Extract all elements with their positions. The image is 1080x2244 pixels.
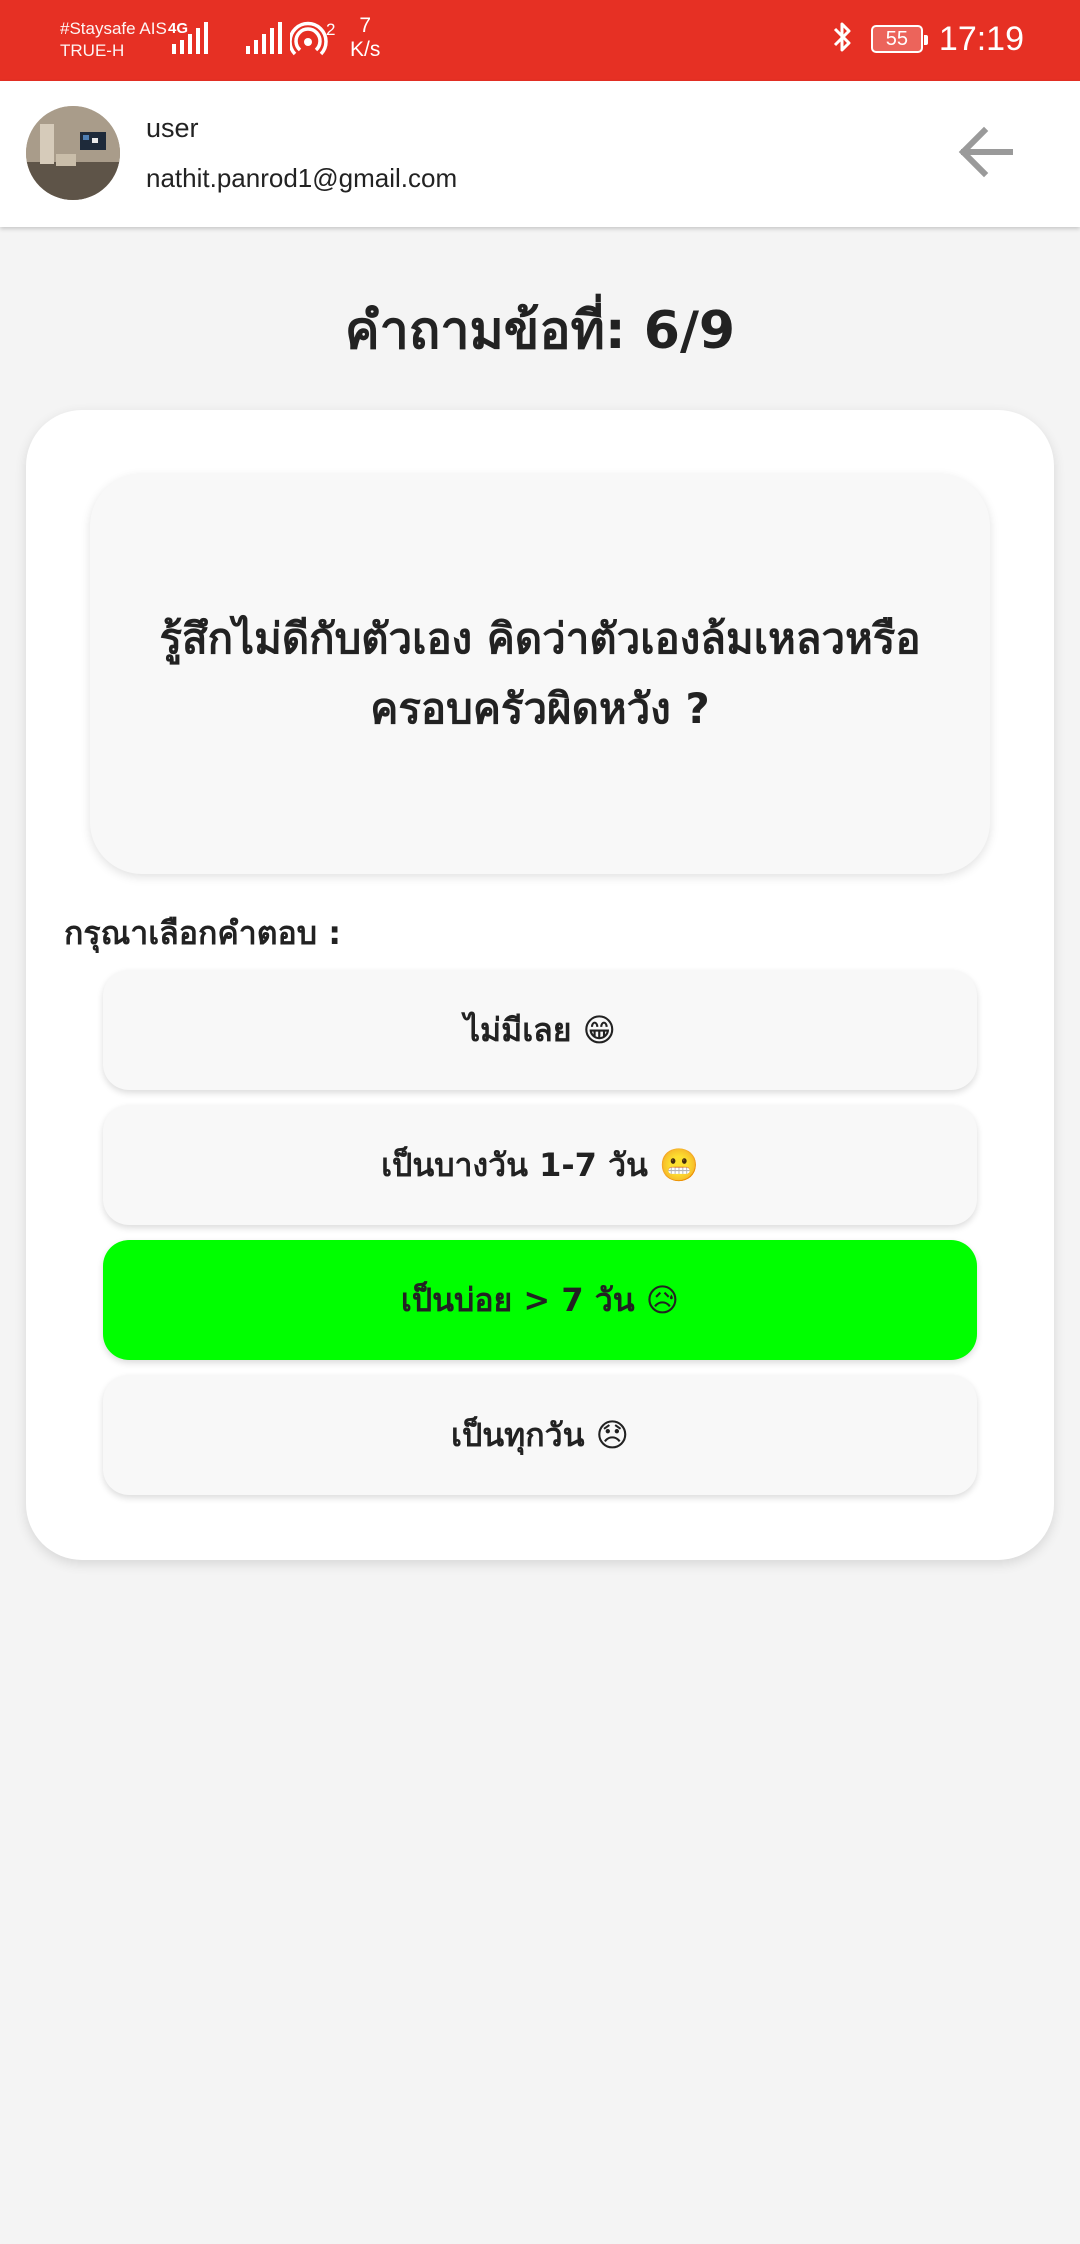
network-type-label: 4G (168, 20, 189, 37)
battery-level: 55 (885, 27, 909, 50)
user-name: user (146, 113, 199, 143)
user-email: nathit.panrod1@gmail.com (146, 163, 458, 193)
avatar-image (26, 106, 120, 200)
arrow-left-icon (958, 126, 1013, 178)
bluetooth-icon (829, 19, 855, 59)
answer-option-none[interactable]: ไม่มีเลย 😁 (103, 970, 977, 1090)
answer-options: ไม่มีเลย 😁 เป็นบางวัน 1-7 วัน 😬 เป็นบ่อย… (103, 970, 977, 1510)
question-card: รู้สึกไม่ดีกับตัวเอง คิดว่าตัวเองล้มเหลว… (26, 410, 1054, 1560)
hotspot-icon: 2 (288, 20, 335, 64)
carrier-line-1: #Staysafe AIS (60, 19, 167, 38)
cell-signal-icon-2 (244, 20, 284, 60)
page-title: คำถามข้อที่: 6/9 (344, 301, 736, 361)
battery-icon: 55 (870, 25, 928, 53)
back-button[interactable] (948, 115, 1022, 189)
hotspot-count: 2 (326, 20, 336, 39)
answer-option-every-day[interactable]: เป็นทุกวัน 😞 (103, 1375, 977, 1495)
answer-option-some-days[interactable]: เป็นบางวัน 1-7 วัน 😬 (103, 1105, 977, 1225)
answer-option-often[interactable]: เป็นบ่อย > 7 วัน 😥 (103, 1240, 977, 1360)
avatar[interactable] (26, 106, 120, 200)
network-speed: 7 K/s (350, 14, 380, 62)
carrier-line-2: TRUE-H (60, 41, 125, 60)
question-text: รู้สึกไม่ดีกับตัวเอง คิดว่าตัวเองล้มเหลว… (159, 614, 921, 733)
status-time: 17:19 (938, 19, 1024, 58)
status-bar: #Staysafe AIS TRUE-H 4G 2 7 K/s 55 17:19 (0, 0, 1080, 81)
speed-value: 7 (359, 14, 372, 37)
status-right: 55 17:19 (829, 16, 1024, 62)
question-box: รู้สึกไม่ดีกับตัวเอง คิดว่าตัวเองล้มเหลว… (90, 474, 990, 874)
app-header: user nathit.panrod1@gmail.com (0, 81, 1080, 227)
answer-prompt: กรุณาเลือกคำตอบ : (64, 914, 341, 952)
carrier-info: #Staysafe AIS TRUE-H (60, 18, 167, 62)
speed-unit: K/s (350, 38, 381, 61)
cell-signal-icon-1: 4G (168, 20, 220, 60)
